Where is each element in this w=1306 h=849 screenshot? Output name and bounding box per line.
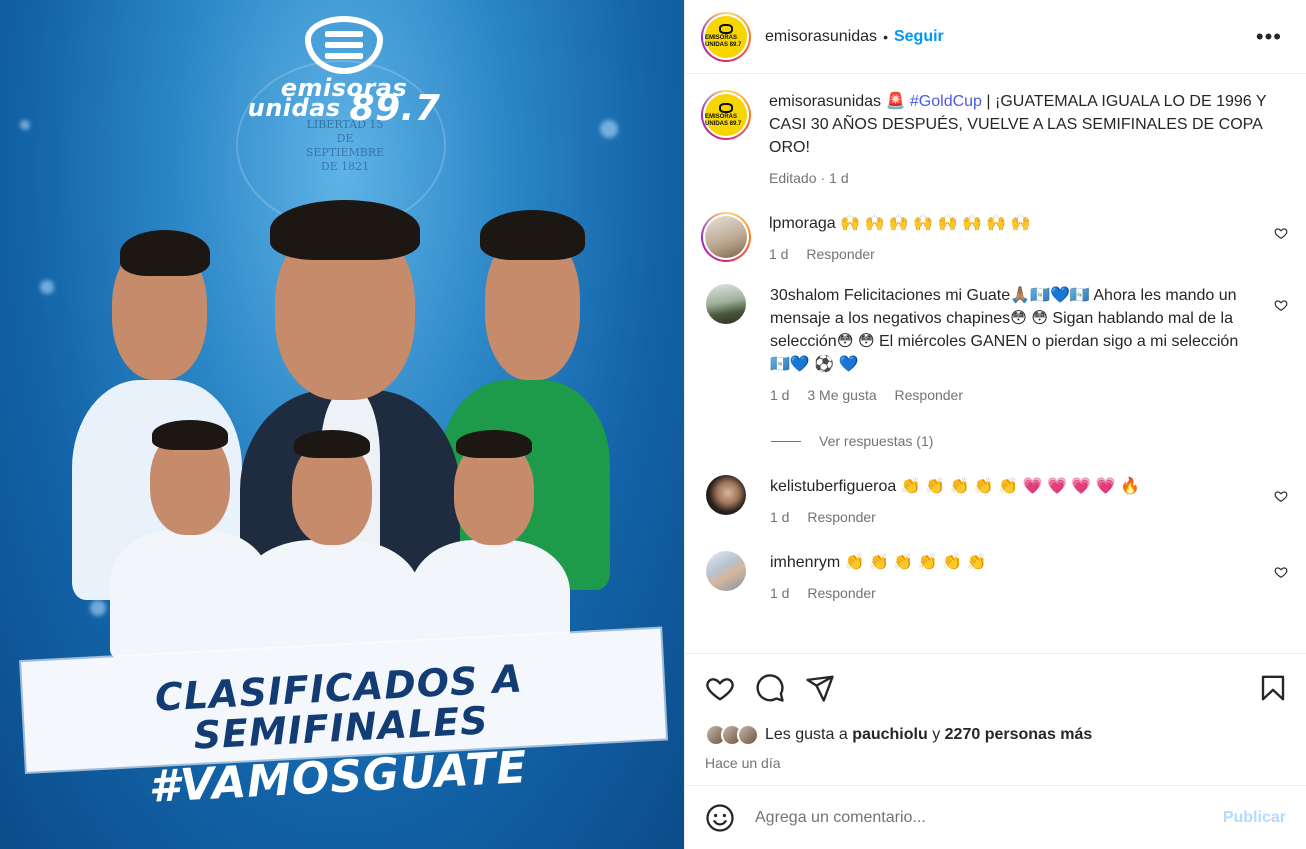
commenter-avatar[interactable] bbox=[706, 551, 746, 591]
author-avatar[interactable]: EMISORAS UNIDAS 89.7 bbox=[701, 11, 751, 62]
reply-button[interactable]: Responder bbox=[807, 585, 876, 601]
comment-item: kelistuberfigueroa 👏 👏 👏 👏 👏 💗 💗 💗 💗 🔥 1… bbox=[701, 475, 1290, 529]
caption-author-logo: EMISORAS UNIDAS 89.7 bbox=[705, 94, 747, 136]
reply-button[interactable]: Responder bbox=[806, 246, 875, 262]
comments-list[interactable]: EMISORAS UNIDAS 89.7 emisorasunidas 🚨 #G… bbox=[685, 74, 1306, 653]
caption-hashtag-link[interactable]: #GoldCup bbox=[910, 93, 982, 110]
likes-user-link[interactable]: pauchiolu bbox=[852, 726, 928, 744]
reply-button[interactable]: Responder bbox=[807, 509, 876, 525]
commenter-avatar[interactable] bbox=[706, 475, 746, 515]
likes-others-link[interactable]: 2270 personas más bbox=[945, 726, 1093, 744]
comment-meta: 1 d 3 Me gusta Responder bbox=[770, 384, 1250, 407]
comment-item: imhenrym 👏 👏 👏 👏 👏 👏 1 d Responder bbox=[701, 551, 1290, 605]
light-particle bbox=[40, 280, 54, 294]
post-header: EMISORAS UNIDAS 89.7 emisorasunidas • Se… bbox=[685, 0, 1306, 74]
comment-meta: 1 d Responder bbox=[770, 582, 1250, 605]
light-particle bbox=[20, 120, 30, 130]
comment-text: 👏 👏 👏 👏 👏 👏 bbox=[844, 554, 987, 571]
caption-meta: Editado · 1 d bbox=[769, 170, 849, 186]
comment-item: lpmoraga 🙌 🙌 🙌 🙌 🙌 🙌 🙌 🙌 1 d Responder bbox=[701, 212, 1290, 266]
commenter-username[interactable]: imhenrym bbox=[770, 554, 840, 571]
siren-emoji: 🚨 bbox=[885, 93, 906, 110]
bookmark-icon[interactable] bbox=[1258, 673, 1288, 703]
add-comment-bar: Publicar bbox=[685, 785, 1306, 849]
author-username[interactable]: emisorasunidas bbox=[765, 28, 877, 46]
comment-text: 👏 👏 👏 👏 👏 💗 💗 💗 💗 🔥 bbox=[900, 478, 1140, 495]
heart-icon[interactable] bbox=[1274, 565, 1288, 579]
more-options-button[interactable]: ••• bbox=[1248, 25, 1290, 47]
caption-username[interactable]: emisorasunidas bbox=[769, 93, 881, 110]
comment-icon[interactable] bbox=[755, 673, 785, 703]
heart-icon[interactable] bbox=[1274, 489, 1288, 503]
comment-text: Felicitaciones mi Guate🙏🏽🇬🇹💙🇬🇹 Ahora les… bbox=[770, 287, 1239, 373]
commenter-avatar[interactable] bbox=[701, 212, 751, 262]
comment-meta: 1 d Responder bbox=[770, 506, 1250, 529]
light-particle bbox=[90, 600, 106, 616]
post-image: LIBERTAD 15 DE SEPTIEMBRE DE 1821 emisor… bbox=[0, 0, 684, 849]
brand-line2: unidas bbox=[247, 94, 341, 122]
player-front-center-figure bbox=[240, 430, 420, 670]
commenter-username[interactable]: kelistuberfigueroa bbox=[770, 478, 896, 495]
liker-avatars[interactable] bbox=[705, 724, 759, 746]
comment-text: 🙌 🙌 🙌 🙌 🙌 🙌 🙌 🙌 bbox=[840, 215, 1031, 232]
caption-time[interactable]: 1 d bbox=[829, 170, 848, 186]
post-panel: EMISORAS UNIDAS 89.7 emisorasunidas • Se… bbox=[684, 0, 1306, 849]
comment-likes-count[interactable]: 3 Me gusta bbox=[807, 387, 876, 403]
caption-author-avatar[interactable]: EMISORAS UNIDAS 89.7 bbox=[701, 90, 751, 140]
share-icon[interactable] bbox=[805, 673, 835, 703]
heart-icon[interactable] bbox=[1274, 226, 1288, 240]
reply-button[interactable]: Responder bbox=[895, 387, 964, 403]
like-icon[interactable] bbox=[705, 673, 735, 703]
view-replies-label: Ver respuestas (1) bbox=[819, 433, 934, 449]
post-comment-button[interactable]: Publicar bbox=[1223, 809, 1286, 827]
likes-connector: y bbox=[932, 726, 941, 743]
commenter-username[interactable]: 30shalom bbox=[770, 287, 839, 304]
comment-time[interactable]: 1 d bbox=[770, 387, 789, 403]
comment-time[interactable]: 1 d bbox=[769, 246, 788, 262]
comment-time[interactable]: 1 d bbox=[770, 585, 789, 601]
post-timestamp[interactable]: Hace un día bbox=[685, 749, 1306, 779]
caption-edited: Editado bbox=[769, 170, 817, 186]
author-logo: EMISORAS UNIDAS 89.7 bbox=[705, 15, 747, 58]
post-caption: EMISORAS UNIDAS 89.7 emisorasunidas 🚨 #G… bbox=[701, 90, 1290, 190]
comment-meta: 1 d Responder bbox=[769, 243, 1249, 266]
follow-button[interactable]: Seguir bbox=[894, 28, 944, 46]
caption-avatar-text: EMISORAS UNIDAS 89.7 bbox=[705, 113, 742, 127]
light-particle bbox=[600, 120, 618, 138]
commenter-username[interactable]: lpmoraga bbox=[769, 215, 836, 232]
brand-mark-icon bbox=[305, 16, 383, 74]
author-avatar-text: EMISORAS UNIDAS 89.7 bbox=[705, 35, 742, 48]
likes-prefix: Les gusta a bbox=[765, 726, 848, 743]
emoji-icon[interactable] bbox=[705, 803, 735, 833]
action-bar bbox=[685, 653, 1306, 721]
comment-input[interactable] bbox=[755, 808, 1223, 827]
commenter-avatar[interactable] bbox=[706, 284, 746, 324]
brand-logo: emisoras unidas 89.7 bbox=[244, 16, 444, 127]
brand-frequency: 89.7 bbox=[349, 88, 441, 129]
view-replies-button[interactable]: Ver respuestas (1) bbox=[771, 433, 1290, 449]
heart-icon[interactable] bbox=[1274, 298, 1288, 312]
comment-time[interactable]: 1 d bbox=[770, 509, 789, 525]
separator-dot: • bbox=[883, 28, 888, 45]
likes-summary: Les gusta a pauchiolu y 2270 personas má… bbox=[685, 721, 1306, 749]
comment-item: 30shalom Felicitaciones mi Guate🙏🏽🇬🇹💙🇬🇹 … bbox=[701, 284, 1290, 407]
replies-divider bbox=[771, 440, 801, 442]
